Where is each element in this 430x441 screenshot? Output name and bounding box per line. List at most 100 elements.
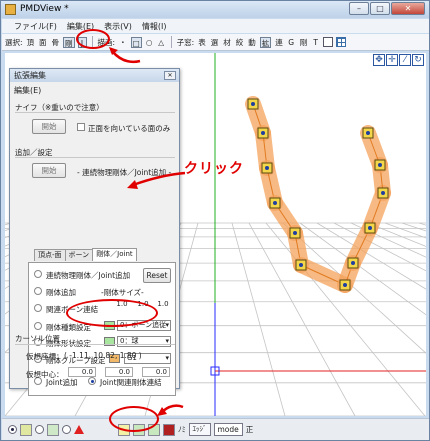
zoom-view-icon[interactable]: ⁄ (399, 54, 411, 66)
menu-info[interactable]: 情報(I) (142, 21, 167, 32)
joint-center (343, 283, 347, 287)
view-icon[interactable] (323, 37, 334, 47)
subwin-material-button[interactable]: 材 (222, 37, 232, 48)
tab-rigidbody-joint[interactable]: 剛体／Joint (92, 248, 137, 261)
subwin-motion-button[interactable]: 動 (247, 37, 257, 48)
joint-center (381, 191, 385, 195)
grid-line-depth (265, 222, 426, 416)
status-bar: ﾉﾐ ｴｯｼﾞ mode 正 (2, 418, 429, 440)
color-swatch-1[interactable] (20, 423, 32, 436)
option-radio-link-bone[interactable] (34, 304, 42, 312)
mode-radio-3[interactable] (62, 425, 71, 434)
joint-center (251, 102, 255, 106)
tab-bone[interactable]: ボーン (64, 249, 94, 261)
move-view-icon[interactable]: ✥ (373, 54, 385, 66)
append-start-button[interactable]: 開始 (32, 163, 66, 178)
grid-line-depth (316, 222, 426, 290)
option-label-continuous: 連続物理剛体／Joint追加 (46, 271, 131, 280)
tab-vertex-face[interactable]: 頂点-面 (34, 249, 66, 261)
app-icon (5, 4, 16, 15)
pmdview-window: PMDView * – □ ✕ ファイル(F) 編集(E) 表示(V) 情報(I… (0, 0, 430, 441)
option-radio-type-set[interactable] (34, 322, 42, 330)
option-radio-add-rigidbody[interactable] (34, 287, 42, 295)
center-x-field[interactable]: 0.0 (68, 367, 96, 377)
joint-center (351, 261, 355, 265)
rigidbody-shape-select[interactable]: 0：球 (117, 336, 171, 347)
toolbar: 選択: 頂 面 骨 剛 J 描画: ・ □ ○ △ 子窓: 表 選 材 絞 動 … (2, 34, 429, 51)
edge-button[interactable]: ｴｯｼﾞ (188, 423, 211, 436)
dialog-edit-menu[interactable]: 編集(E) (14, 85, 41, 96)
subwindow-label: 子窓: (176, 37, 195, 47)
option-label-joint-link: Joint関連剛体連結 (100, 378, 162, 387)
front-face-only-label: 正面を向いている面のみ (88, 124, 171, 133)
annotation-click-text: クリック (184, 161, 244, 177)
subwin-table-button[interactable]: 表 (197, 37, 207, 48)
select-face-button[interactable]: 面 (38, 37, 48, 48)
color-swatch-6[interactable] (163, 423, 175, 436)
annotation-arrow-tab (127, 171, 186, 189)
window-title: PMDView * (20, 4, 69, 14)
render-triangle-button[interactable]: △ (157, 37, 166, 48)
maximize-button[interactable]: □ (370, 2, 390, 15)
joint-center (273, 201, 277, 205)
option-radio-continuous[interactable] (34, 270, 42, 278)
subwin-t-button[interactable]: T (311, 37, 320, 48)
virtual-center-label: 仮想中心： (26, 370, 64, 379)
subwin-rigid-button[interactable]: 剛 (299, 37, 309, 48)
grid-line-depth (231, 222, 286, 416)
reset-button[interactable]: Reset (143, 268, 171, 283)
dialog-close-button[interactable]: ✕ (164, 71, 176, 80)
title-bar[interactable]: PMDView * – □ ✕ (1, 1, 429, 18)
dialog-title[interactable]: 拡張編集 (10, 69, 179, 82)
subwin-group-button[interactable]: G (287, 37, 296, 48)
joint-center (299, 263, 303, 267)
subwin-select-button[interactable]: 選 (210, 37, 220, 48)
warning-triangle-icon (74, 425, 84, 434)
menu-file[interactable]: ファイル(F) (14, 21, 57, 32)
knife-start-button[interactable]: 開始 (32, 119, 66, 134)
menu-bar: ファイル(F) 編集(E) 表示(V) 情報(I) (2, 19, 429, 33)
select-rigidbody-button[interactable]: 剛 (63, 36, 75, 48)
select-vertex-button[interactable]: 頂 (26, 37, 36, 48)
center-y-field[interactable]: 0.0 (105, 367, 133, 377)
rotate-view-icon[interactable]: ↻ (412, 54, 424, 66)
joint-center (265, 166, 269, 170)
option-radio-joint-link[interactable] (88, 377, 96, 385)
minimize-button[interactable]: – (349, 2, 369, 15)
cursor-group-title: カーソル位置 (15, 334, 60, 343)
rigidbody-size-label: -剛体サイズ- (101, 288, 144, 297)
close-button[interactable]: ✕ (391, 2, 425, 15)
subwin-filter-button[interactable]: 絞 (235, 37, 245, 48)
edit-tabs: 頂点-面 ボーン 剛体／Joint (34, 248, 137, 262)
front-face-only-checkbox[interactable] (77, 123, 85, 131)
annotation-circle-toolbar (76, 29, 110, 49)
joint-center (293, 231, 297, 235)
render-circle-button[interactable]: ○ (145, 37, 154, 48)
annotation-circle-joint-link (66, 299, 158, 327)
select-label: 選択: (5, 37, 23, 47)
select-bone-button[interactable]: 骨 (51, 37, 61, 48)
joint-center (368, 226, 372, 230)
extended-edit-dialog: 拡張編集 ✕ 編集(E) ナイフ（※重いので注意） 開始 正面を向いている面のみ… (9, 68, 180, 396)
grid-line-depth (367, 222, 426, 247)
grid-icon[interactable] (336, 37, 347, 47)
virtual-coord-label: 仮想座標： (26, 352, 64, 361)
joint-center (378, 163, 382, 167)
grid-line-depth (384, 222, 426, 239)
mode-select[interactable]: mode (213, 423, 243, 436)
color-swatch-2[interactable] (47, 423, 59, 436)
nomi-button[interactable]: ﾉﾐ (178, 424, 186, 435)
menu-view[interactable]: 表示(V) (104, 21, 132, 32)
center-z-field[interactable]: 0.0 (142, 367, 170, 377)
pan-view-icon[interactable]: ✛ (386, 54, 398, 66)
virtual-coord-value: ( -1.11, 10.82, 1.80 ) (64, 351, 142, 360)
option-label-add-rigidbody: 剛体追加 (46, 288, 76, 297)
subwin-link-button[interactable]: 連 (274, 37, 284, 48)
mode-radio-1[interactable] (8, 425, 17, 434)
grid-line-depth (333, 222, 426, 272)
joint-center (261, 131, 265, 135)
mode-radio-2[interactable] (35, 425, 44, 434)
annotation-arrow-toolbar (109, 47, 141, 64)
subwin-extend-button[interactable]: 拡 (259, 36, 272, 48)
size-z-value[interactable]: 1.0 (156, 300, 170, 308)
